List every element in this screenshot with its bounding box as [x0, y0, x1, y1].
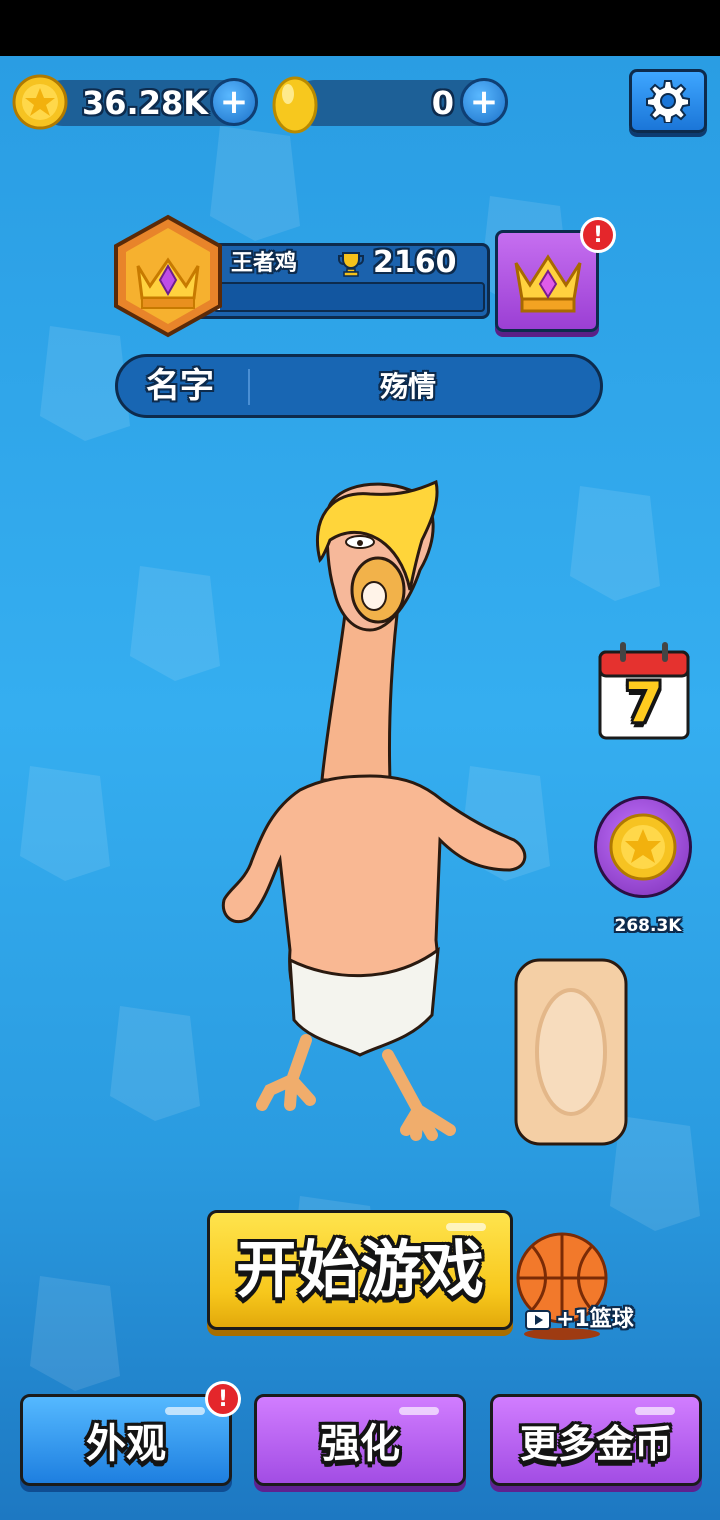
player-name: 殇情: [379, 370, 436, 403]
status-bar: [0, 0, 720, 56]
coin-count: 36.28K: [82, 84, 209, 122]
upgrade-label: 强化: [320, 1421, 400, 1467]
rank-title: 王者鸡: [231, 251, 298, 276]
trophy-icon: [338, 252, 364, 277]
daily-calendar-button[interactable]: 7: [596, 640, 692, 742]
button-gloss: [446, 1223, 486, 1231]
golden-egg-icon: [272, 76, 318, 134]
appearance-alert-badge: !: [205, 1381, 241, 1417]
rank-progress-bar: [213, 282, 485, 312]
soap-item-icon[interactable]: [512, 956, 630, 1148]
button-gloss: [165, 1407, 205, 1415]
bg-pattern-icon: [110, 1006, 200, 1121]
add-eggs-button[interactable]: +: [460, 78, 508, 126]
name-bar[interactable]: 名字 殇情: [115, 354, 603, 418]
trophy-count: 2160: [373, 245, 457, 280]
video-ad-icon: [525, 1310, 551, 1330]
ad-reward-label[interactable]: +1篮球: [556, 1304, 634, 1336]
crown-icon: [514, 254, 582, 313]
more-coins-button[interactable]: 更多金币: [490, 1394, 702, 1486]
calendar-day: 7: [625, 671, 663, 734]
add-coins-button[interactable]: +: [210, 78, 258, 126]
start-game-label: 开始游戏: [235, 1233, 484, 1306]
bg-pattern-icon: [20, 766, 110, 881]
appearance-label: 外观: [86, 1421, 166, 1467]
rank-alert-badge: !: [580, 217, 616, 253]
start-game-button[interactable]: 开始游戏: [207, 1210, 513, 1330]
chicken-character: [221, 480, 527, 1141]
star-coin-icon: [12, 74, 68, 130]
name-divider: [248, 369, 250, 405]
button-gloss: [399, 1407, 439, 1415]
bg-pattern-icon: [570, 486, 660, 601]
star-coin-icon: [609, 813, 677, 881]
settings-button[interactable]: [629, 69, 707, 133]
coin-reward-button[interactable]: [594, 796, 692, 898]
egg-count: 0: [431, 84, 454, 122]
button-gloss: [635, 1407, 675, 1415]
bg-pattern-icon: [30, 1276, 120, 1391]
appearance-button[interactable]: 外观: [20, 1394, 232, 1486]
coin-reward-amount: 268.3K: [614, 916, 682, 936]
name-label: 名字: [146, 366, 214, 406]
rank-badge-icon[interactable]: [112, 214, 224, 338]
more-coins-label: 更多金币: [519, 1421, 672, 1466]
gear-icon: [646, 80, 690, 123]
upgrade-button[interactable]: 强化: [254, 1394, 466, 1486]
